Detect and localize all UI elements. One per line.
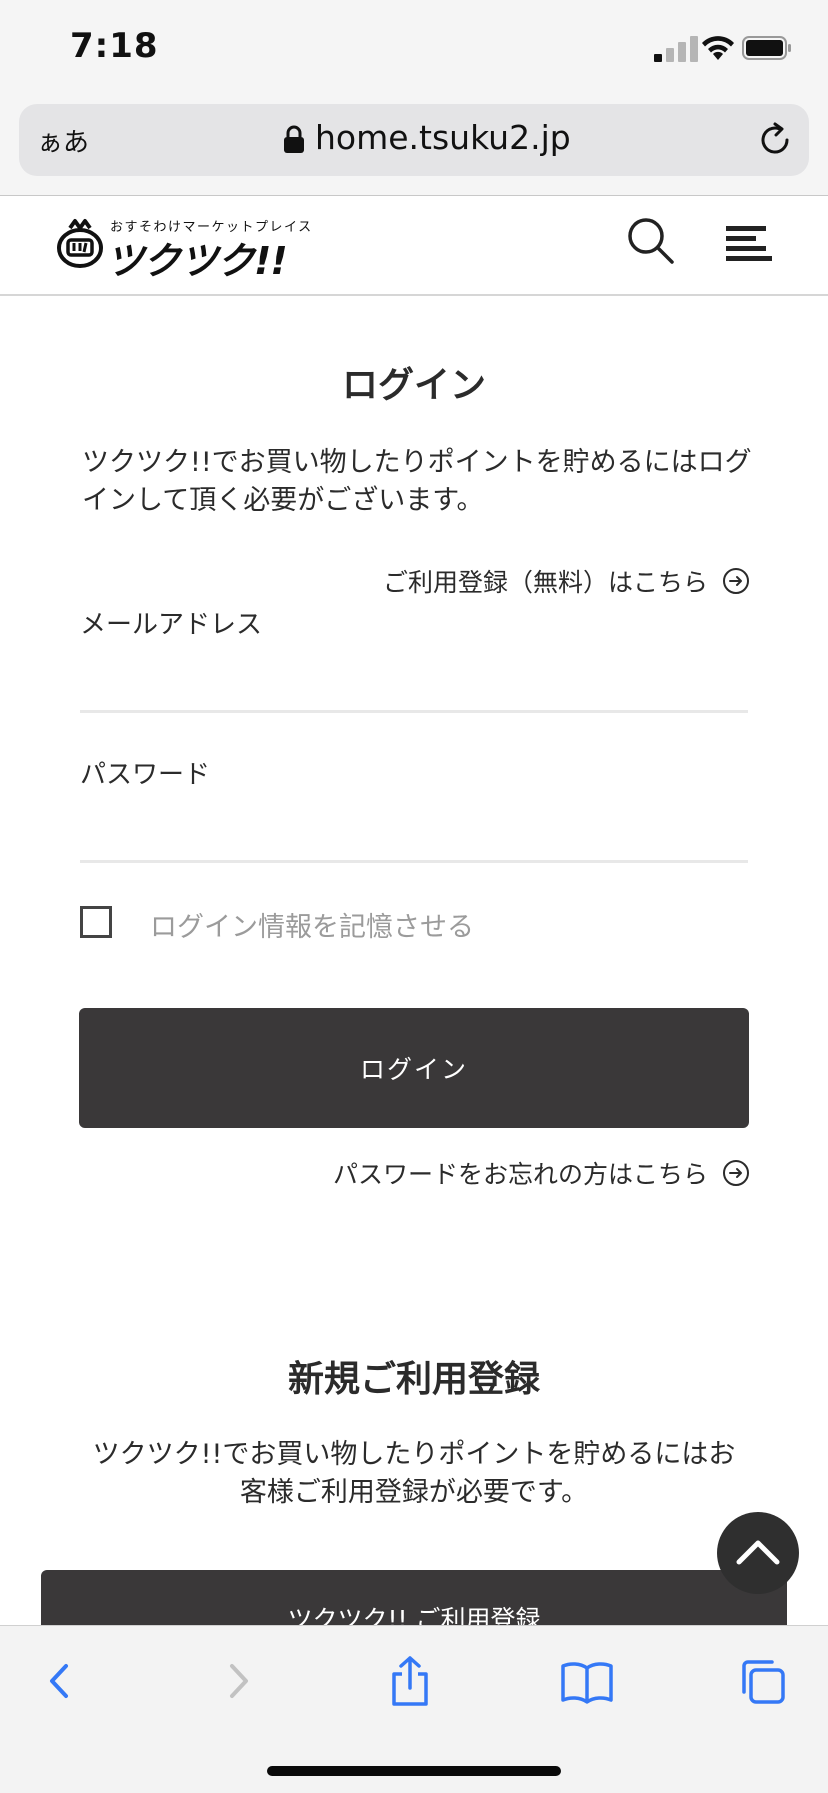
remember-label[interactable]: ログイン情報を記憶させる <box>150 905 474 944</box>
site-header: おすそわけマーケットプレイス ツクツク!! <box>0 196 828 296</box>
address-bar[interactable]: ぁあ home.tsuku2.jp <box>19 104 809 176</box>
browser-toolbar <box>0 1625 828 1793</box>
browser-address-area: ぁあ home.tsuku2.jp <box>0 100 828 196</box>
register-title: 新規ご利用登録 <box>287 1359 540 1400</box>
register-description: ツクツク!!でお買い物したりポイントを貯めるにはお客様ご利用登録が必要です。 <box>92 1439 736 1508</box>
menu-icon[interactable] <box>726 224 774 262</box>
register-link[interactable]: ご利用登録（無料）はこちら <box>383 563 750 599</box>
password-field[interactable] <box>80 810 748 863</box>
status-bar: 7:18 <box>0 0 828 100</box>
login-title: ログイン <box>341 365 486 406</box>
chevron-up-icon <box>736 1540 780 1565</box>
url-text[interactable]: home.tsuku2.jp <box>315 118 571 157</box>
back-icon[interactable] <box>36 1654 86 1708</box>
share-icon[interactable] <box>385 1654 435 1708</box>
email-label: メールアドレス <box>80 610 263 640</box>
text-size-button[interactable]: ぁあ <box>37 122 89 159</box>
tabs-icon[interactable] <box>738 1654 788 1708</box>
remember-checkbox[interactable] <box>80 906 112 938</box>
battery-icon <box>742 36 791 60</box>
lock-icon <box>284 125 304 153</box>
forgot-password-label[interactable]: パスワードをお忘れの方はこちら <box>333 1155 708 1191</box>
wifi-icon <box>702 36 734 60</box>
home-indicator <box>267 1766 561 1776</box>
status-time: 7:18 <box>70 26 159 66</box>
login-button[interactable]: ログイン <box>79 1008 749 1128</box>
reload-icon[interactable] <box>757 122 793 158</box>
logo-bag-icon[interactable] <box>56 218 104 268</box>
arrow-circle-right-icon <box>723 568 749 594</box>
login-button-label: ログイン <box>359 1055 468 1084</box>
password-label: パスワード <box>80 760 211 790</box>
logo-name[interactable]: ツクツク!! <box>106 230 288 285</box>
cellular-signal-icon <box>654 36 698 62</box>
arrow-circle-right-icon <box>723 1160 749 1186</box>
bookmarks-icon[interactable] <box>560 1654 614 1708</box>
forward-icon[interactable] <box>212 1654 262 1708</box>
email-field[interactable] <box>80 660 748 713</box>
register-link-label[interactable]: ご利用登録（無料）はこちら <box>383 563 708 599</box>
login-description: ツクツク!!でお買い物したりポイントを貯めるにはログインして頂く必要がございます… <box>82 447 752 516</box>
forgot-password-link[interactable]: パスワードをお忘れの方はこちら <box>333 1155 750 1191</box>
scroll-to-top-button[interactable] <box>717 1512 799 1594</box>
search-icon[interactable] <box>626 216 676 266</box>
